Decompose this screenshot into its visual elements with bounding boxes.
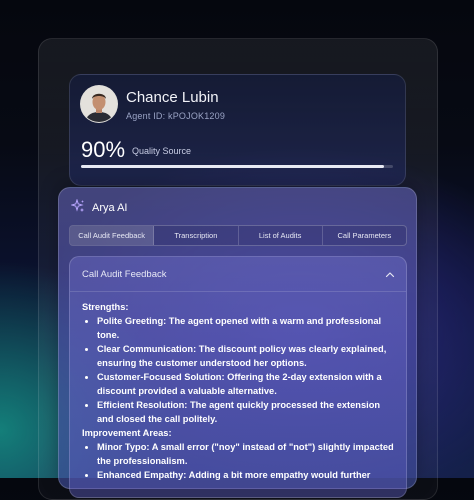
improvement-item: Minor Typo: A small error ("noy" instead… [97, 440, 398, 468]
strengths-heading: Strengths: [82, 302, 129, 312]
tab-call-audit-feedback[interactable]: Call Audit Feedback [70, 226, 155, 245]
arya-title: Arya AI [92, 202, 128, 214]
arya-ai-panel: Arya AI Call Audit Feedback Transcriptio… [58, 187, 417, 498]
quality-score: 90% [81, 137, 126, 162]
agent-id: Agent ID: kPOJOK1209 [126, 111, 226, 121]
strength-item: Efficient Resolution: The agent quickly … [97, 398, 398, 426]
improvements-list: Minor Typo: A small error ("noy" instead… [82, 440, 398, 482]
chevron-up-icon[interactable] [384, 268, 396, 280]
improvement-item: Enhanced Empathy: Adding a bit more empa… [97, 468, 398, 482]
tab-list-of-audits[interactable]: List of Audits [239, 226, 323, 245]
tab-bar: Call Audit Feedback Transcription List o… [69, 225, 407, 246]
avatar [80, 85, 118, 123]
feedback-card-header[interactable]: Call Audit Feedback [70, 257, 406, 292]
agent-name: Chance Lubin [126, 89, 219, 106]
arya-header: Arya AI [70, 197, 128, 218]
tab-call-parameters[interactable]: Call Parameters [323, 226, 406, 245]
call-audit-feedback-card: Call Audit Feedback Strengths: Polite Gr… [69, 256, 407, 498]
feedback-card-title: Call Audit Feedback [82, 269, 167, 280]
strength-item: Polite Greeting: The agent opened with a… [97, 314, 398, 342]
quality-score-label: Quality Source [132, 146, 192, 156]
improvement-heading: Improvement Areas: [82, 428, 172, 438]
tab-transcription[interactable]: Transcription [154, 226, 239, 245]
strengths-list: Polite Greeting: The agent opened with a… [82, 314, 398, 426]
strength-item: Customer-Focused Solution: Offering the … [97, 370, 398, 398]
sparkle-icon [70, 197, 85, 218]
strength-item: Clear Communication: The discount policy… [97, 342, 398, 370]
feedback-body: Strengths: Polite Greeting: The agent op… [82, 300, 398, 482]
quality-progress-fill [81, 165, 384, 168]
quality-progress-bar [81, 165, 393, 168]
agent-card: Chance Lubin Agent ID: kPOJOK1209 90% Qu… [69, 74, 406, 186]
